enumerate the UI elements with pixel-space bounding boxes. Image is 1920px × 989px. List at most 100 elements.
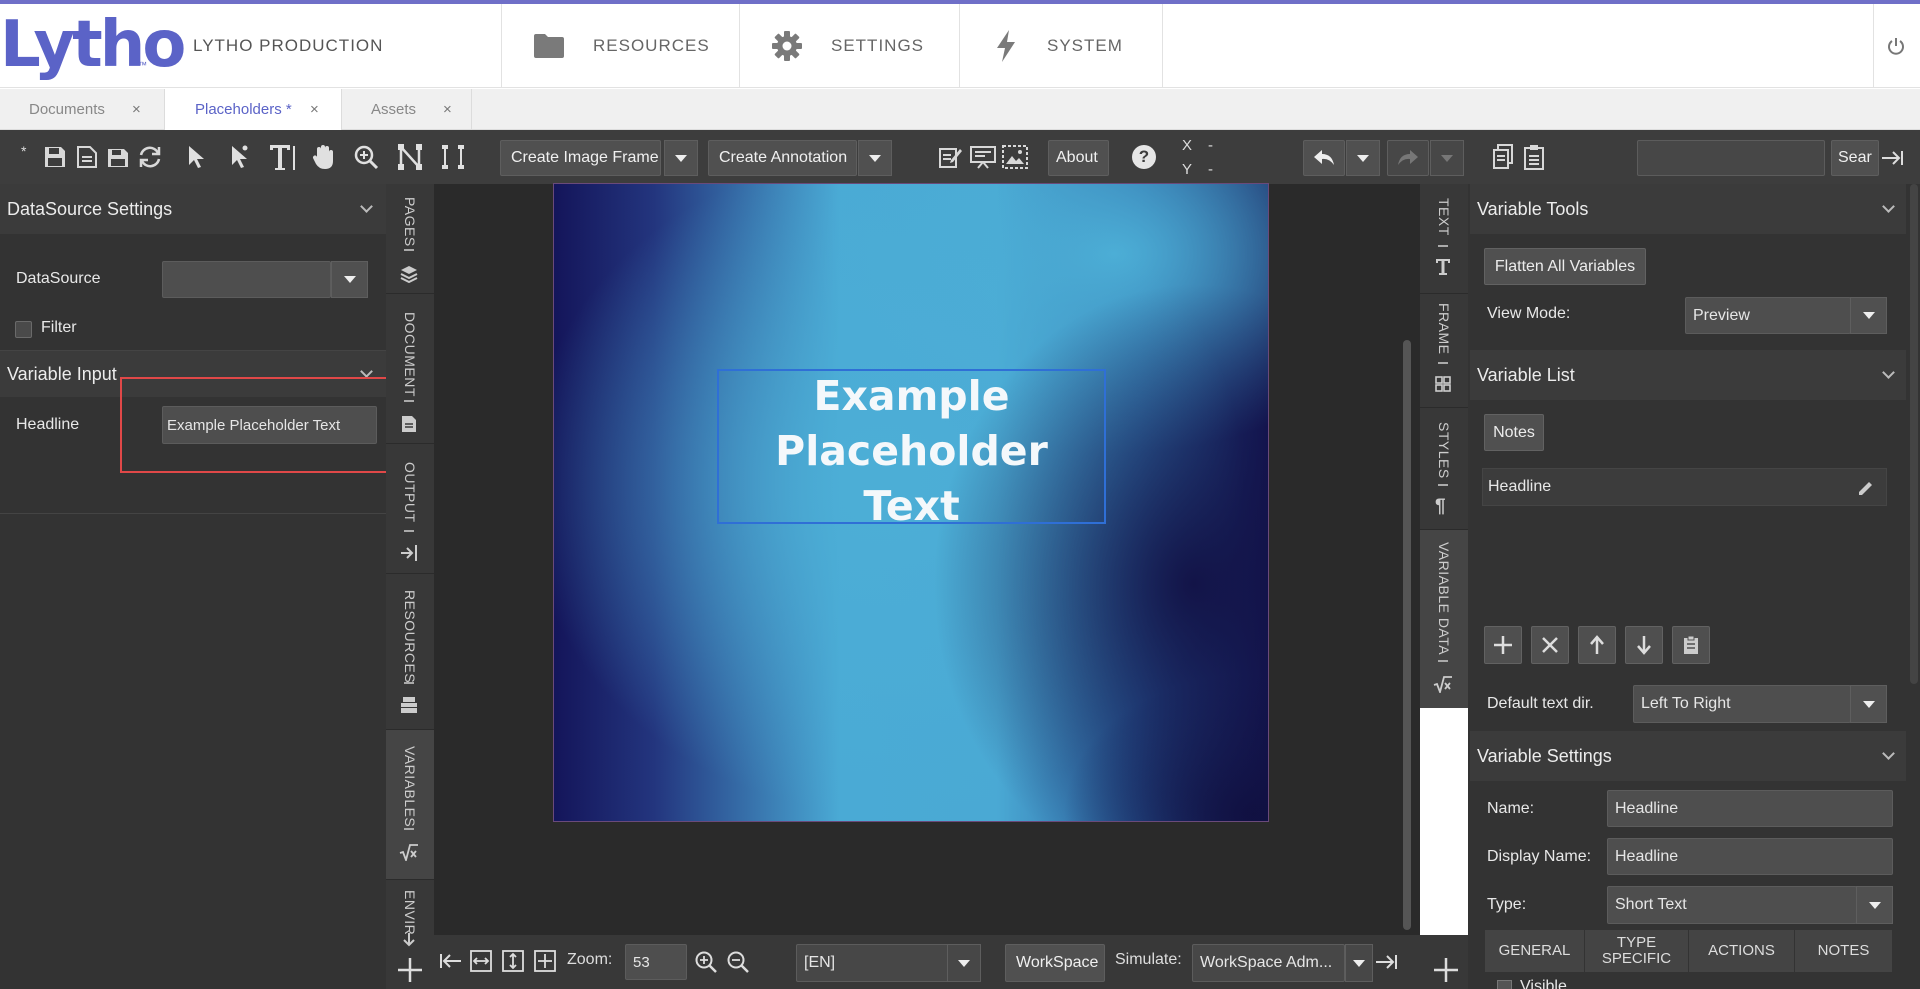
nav-settings-label: SETTINGS (831, 36, 925, 55)
about-button[interactable]: About (1048, 140, 1109, 176)
search-button[interactable]: Sear (1831, 140, 1879, 176)
default-text-dir-dropdown[interactable] (1850, 685, 1887, 723)
zoom-input[interactable]: 53 (625, 944, 687, 980)
zoom-tool[interactable] (352, 141, 380, 173)
collapse-bottom-button[interactable] (1375, 951, 1397, 973)
fit-left-button[interactable] (440, 950, 462, 972)
vtab-variable-data[interactable]: VARIABLE DATA (1420, 530, 1468, 708)
datasource-settings-header[interactable]: DataSource Settings (0, 184, 386, 234)
tab-type-specific[interactable]: TYPE SPECIFIC (1585, 930, 1689, 972)
create-annotation-dropdown[interactable] (858, 140, 892, 176)
nav-resources[interactable]: RESOURCES (533, 4, 739, 88)
view-mode-select[interactable]: Preview (1685, 297, 1851, 334)
pan-tool[interactable] (310, 141, 338, 173)
add-button[interactable] (1432, 956, 1460, 984)
variable-settings-header[interactable]: Variable Settings (1470, 731, 1906, 781)
distribute-tool[interactable] (438, 141, 468, 173)
simulate-dropdown[interactable] (1345, 944, 1373, 982)
paste-variable-button[interactable] (1672, 626, 1710, 664)
fit-height-button[interactable] (502, 950, 524, 972)
view-mode-dropdown[interactable] (1850, 297, 1887, 334)
vtab-environment[interactable]: ENVIR (386, 880, 434, 947)
workspace-button[interactable]: WorkSpace (1005, 944, 1105, 982)
tab-general[interactable]: GENERAL (1485, 930, 1585, 972)
redo-history-dropdown[interactable] (1430, 140, 1464, 176)
create-image-frame-button[interactable]: Create Image Frame (500, 140, 661, 176)
type-dropdown[interactable] (1856, 886, 1893, 924)
undo-history-dropdown[interactable] (1346, 140, 1380, 176)
move-variable-down-button[interactable] (1625, 626, 1663, 664)
search-input[interactable] (1637, 140, 1825, 176)
undo-button[interactable] (1303, 140, 1345, 176)
vtab-resources[interactable]: RESOURCES (386, 574, 434, 730)
create-annotation-button[interactable]: Create Annotation (708, 140, 857, 176)
list-item[interactable]: Headline (1482, 468, 1887, 506)
refresh-button[interactable] (136, 143, 164, 171)
add-variable-button[interactable] (1484, 626, 1522, 664)
language-dropdown[interactable] (947, 944, 981, 982)
close-icon[interactable]: × (443, 101, 452, 118)
canvas-vertical-scrollbar[interactable] (1403, 340, 1411, 930)
select-tool[interactable] (183, 143, 209, 171)
fit-page-button[interactable] (534, 950, 556, 972)
vtab-pages[interactable]: PAGES (386, 184, 434, 294)
variable-list-header[interactable]: Variable List (1470, 350, 1906, 400)
save-as-button[interactable] (74, 143, 100, 171)
close-icon[interactable]: × (310, 101, 319, 118)
save-all-button[interactable] (105, 143, 131, 171)
zoom-in-button[interactable] (693, 949, 719, 975)
datasource-select[interactable] (162, 261, 331, 298)
vtab-variables[interactable]: VARIABLES (386, 730, 434, 880)
visible-checkbox[interactable] (1497, 980, 1512, 989)
image-placeholder-button[interactable] (1001, 143, 1029, 171)
hand-icon (312, 145, 333, 169)
right-panel-scrollbar[interactable] (1910, 184, 1918, 684)
name-input[interactable]: Headline (1607, 790, 1893, 827)
nav-settings[interactable]: SETTINGS (771, 4, 959, 88)
presentation-button[interactable] (969, 143, 997, 171)
filter-checkbox[interactable] (15, 321, 32, 338)
default-text-dir-select[interactable]: Left To Right (1633, 685, 1851, 723)
tab-assets[interactable]: Assets × (342, 89, 472, 130)
path-tool[interactable] (395, 141, 425, 173)
vtab-text[interactable]: TEXT (1420, 184, 1468, 294)
power-button[interactable] (1886, 36, 1906, 61)
notes-button[interactable]: Notes (1484, 414, 1544, 451)
tab-notes[interactable]: NOTES (1795, 930, 1893, 972)
edit-document-button[interactable] (937, 143, 963, 171)
close-icon[interactable]: × (132, 101, 141, 118)
vtab-document[interactable]: DOCUMENT (386, 294, 434, 444)
delete-variable-button[interactable] (1531, 626, 1569, 664)
paste-button[interactable] (1521, 143, 1547, 171)
nav-system[interactable]: SYSTEM (993, 4, 1163, 88)
move-variable-up-button[interactable] (1578, 626, 1616, 664)
tab-documents[interactable]: Documents × (0, 89, 165, 130)
display-name-input[interactable]: Headline (1607, 838, 1893, 875)
vtab-styles[interactable]: STYLES ¶ (1420, 408, 1468, 530)
tab-actions[interactable]: ACTIONS (1689, 930, 1795, 972)
direct-select-tool[interactable] (226, 143, 252, 171)
redo-button[interactable] (1387, 140, 1429, 176)
variable-tools-header[interactable]: Variable Tools (1470, 184, 1906, 234)
vtab-output[interactable]: OUTPUT (386, 444, 434, 574)
pencil-icon[interactable] (1857, 479, 1875, 497)
type-select[interactable]: Short Text (1607, 886, 1857, 924)
help-button[interactable]: ? (1132, 145, 1156, 169)
create-image-frame-dropdown[interactable] (664, 140, 698, 176)
simulate-select[interactable]: WorkSpace Adm... (1192, 944, 1345, 982)
fit-width-button[interactable] (470, 950, 492, 972)
zoom-out-button[interactable] (725, 949, 751, 975)
add-button[interactable] (396, 956, 424, 984)
language-select[interactable]: [EN] (796, 944, 949, 982)
save-button[interactable] (42, 143, 68, 171)
datasource-dropdown[interactable] (331, 261, 368, 298)
app-logo[interactable]: Lytho (0, 8, 186, 82)
layers-icon (400, 266, 418, 283)
text-tool[interactable] (268, 141, 298, 173)
output-icon (401, 545, 417, 561)
copy-button[interactable] (1490, 143, 1516, 171)
tab-placeholders[interactable]: Placeholders * × (165, 89, 342, 130)
flatten-all-variables-button[interactable]: Flatten All Variables (1484, 248, 1646, 285)
vtab-frame[interactable]: FRAME (1420, 294, 1468, 408)
collapse-toolbar-button[interactable] (1879, 147, 1905, 169)
